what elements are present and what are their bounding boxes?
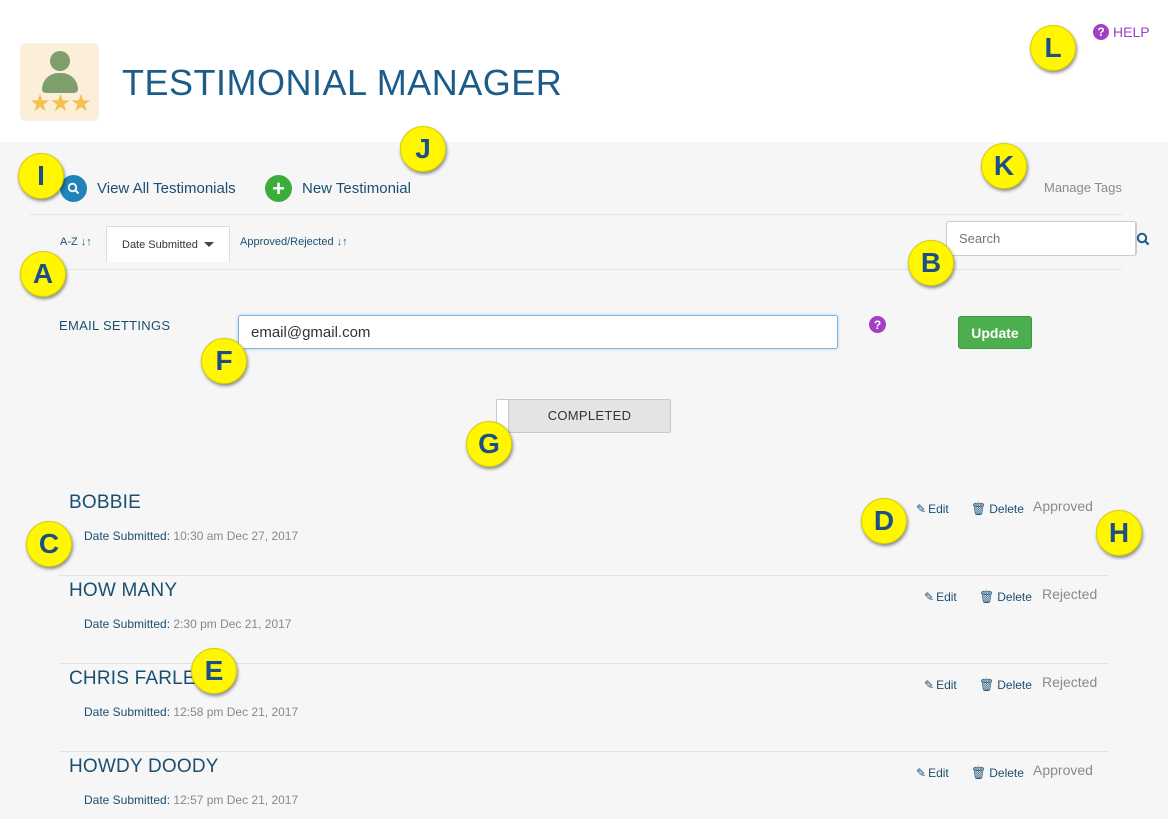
testimonial-name[interactable]: BOBBIE <box>69 492 141 514</box>
callout-marker-k: K <box>981 143 1027 189</box>
sort-arrows-icon: ↓↑ <box>336 236 348 248</box>
manage-tags-link[interactable]: Manage Tags <box>1044 180 1122 195</box>
sort-tab-az[interactable]: A-Z ↓↑ <box>60 236 92 248</box>
delete-button[interactable]: 🗑 Delete <box>979 678 1032 692</box>
callout-marker-g: G <box>466 421 512 467</box>
question-icon[interactable]: ? <box>869 316 886 333</box>
status-badge: Rejected <box>1042 674 1098 690</box>
question-icon: ? <box>1093 24 1109 40</box>
trash-icon: 🗑 <box>979 678 995 692</box>
date-label: Date Submitted: <box>84 705 171 719</box>
email-settings-label: EMAIL SETTINGS <box>59 318 171 333</box>
trash-icon: 🗑 <box>971 502 987 516</box>
help-link[interactable]: ? HELP <box>1093 24 1150 40</box>
callout-marker-e: E <box>191 648 237 694</box>
search-input[interactable] <box>947 222 1135 255</box>
delete-label: Delete <box>997 590 1032 604</box>
date-label: Date Submitted: <box>84 529 171 543</box>
edit-button[interactable]: ✎ Edit <box>924 678 957 692</box>
app-title: TESTIMONIAL MANAGER <box>122 62 563 103</box>
edit-button[interactable]: ✎ Edit <box>916 502 949 516</box>
delete-label: Delete <box>989 502 1024 516</box>
callout-marker-l: L <box>1030 25 1076 71</box>
testimonial-name[interactable]: HOW MANY <box>69 580 177 602</box>
sort-tab-date-submitted[interactable]: Date Submitted <box>106 226 230 262</box>
status-badge: Approved <box>1033 762 1093 778</box>
delete-label: Delete <box>997 678 1032 692</box>
callout-marker-c: C <box>26 521 72 567</box>
search-box <box>946 221 1150 256</box>
app-header: ★★★ TESTIMONIAL MANAGER ? HELP <box>0 0 1168 142</box>
date-label: Date Submitted: <box>84 617 171 631</box>
email-field[interactable] <box>238 315 838 349</box>
search-icon <box>1136 232 1150 245</box>
delete-button[interactable]: 🗑 Delete <box>971 502 1024 516</box>
date-value: 10:30 am Dec 27, 2017 <box>173 529 299 543</box>
table-row: HOWDY DOODY Date Submitted: 12:57 pm Dec… <box>59 752 1109 819</box>
view-all-testimonials-link[interactable]: View All Testimonials <box>60 175 236 202</box>
edit-label: Edit <box>936 678 957 692</box>
testimonial-name[interactable]: HOWDY DOODY <box>69 756 219 778</box>
help-label: HELP <box>1113 24 1150 40</box>
completed-toggle[interactable]: COMPLETED <box>496 399 671 433</box>
new-testimonial-link[interactable]: + New Testimonial <box>265 175 411 202</box>
edit-button[interactable]: ✎ Edit <box>924 590 957 604</box>
date-submitted: Date Submitted: 12:57 pm Dec 21, 2017 <box>84 793 298 807</box>
date-value: 12:58 pm Dec 21, 2017 <box>173 705 299 719</box>
edit-label: Edit <box>928 766 949 780</box>
edit-label: Edit <box>936 590 957 604</box>
divider <box>60 269 1122 270</box>
status-badge: Approved <box>1033 498 1093 514</box>
delete-button[interactable]: 🗑 Delete <box>979 590 1032 604</box>
sort-az-label: A-Z <box>60 236 78 248</box>
plus-icon: + <box>265 175 292 202</box>
trash-icon: 🗑 <box>971 766 987 780</box>
toggle-label: COMPLETED <box>547 408 632 423</box>
search-button[interactable] <box>1135 222 1150 255</box>
callout-marker-a: A <box>20 251 66 297</box>
view-all-label: View All Testimonials <box>97 180 236 197</box>
callout-marker-b: B <box>908 240 954 286</box>
callout-marker-d: D <box>861 498 907 544</box>
testimonial-name[interactable]: CHRIS FARLEY <box>69 668 209 690</box>
caret-down-icon <box>203 242 214 247</box>
callout-marker-f: F <box>201 338 247 384</box>
update-button[interactable]: Update <box>958 316 1032 349</box>
pencil-icon: ✎ <box>924 678 935 692</box>
date-submitted: Date Submitted: 10:30 am Dec 27, 2017 <box>84 529 298 543</box>
testimonial-logo-icon: ★★★ <box>20 43 99 121</box>
callout-marker-j: J <box>400 126 446 172</box>
search-icon <box>60 175 87 202</box>
pencil-icon: ✎ <box>916 502 927 516</box>
edit-label: Edit <box>928 502 949 516</box>
sort-status-label: Approved/Rejected <box>240 236 334 248</box>
sort-date-label: Date Submitted <box>122 238 198 251</box>
status-badge: Rejected <box>1042 586 1098 602</box>
pencil-icon: ✎ <box>916 766 927 780</box>
callout-marker-h: H <box>1096 510 1142 556</box>
date-submitted: Date Submitted: 12:58 pm Dec 21, 2017 <box>84 705 298 719</box>
edit-button[interactable]: ✎ Edit <box>916 766 949 780</box>
sort-arrows-icon: ↓↑ <box>80 236 92 248</box>
table-row: BOBBIE Date Submitted: 10:30 am Dec 27, … <box>59 488 1109 576</box>
trash-icon: 🗑 <box>979 590 995 604</box>
date-value: 12:57 pm Dec 21, 2017 <box>173 793 299 807</box>
new-testimonial-label: New Testimonial <box>302 180 411 197</box>
sort-tab-approved-rejected[interactable]: Approved/Rejected ↓↑ <box>240 236 348 248</box>
date-label: Date Submitted: <box>84 793 171 807</box>
date-value: 2:30 pm Dec 21, 2017 <box>173 617 292 631</box>
delete-button[interactable]: 🗑 Delete <box>971 766 1024 780</box>
date-submitted: Date Submitted: 2:30 pm Dec 21, 2017 <box>84 617 291 631</box>
divider <box>30 214 1122 215</box>
delete-label: Delete <box>989 766 1024 780</box>
pencil-icon: ✎ <box>924 590 935 604</box>
callout-marker-i: I <box>18 153 64 199</box>
